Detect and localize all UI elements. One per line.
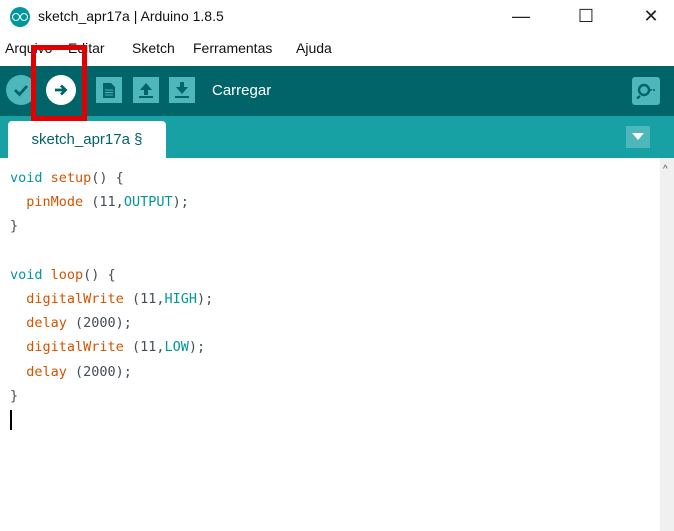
serial-monitor-button[interactable] <box>632 77 660 105</box>
title-bar: sketch_apr17a | Arduino 1.8.5 — ☐ ✕ <box>0 0 674 34</box>
code-editor[interactable]: void setup() { pinMode (11,OUTPUT); } vo… <box>0 158 660 531</box>
toolbar-hover-label: Carregar <box>212 82 272 99</box>
serial-monitor-icon <box>636 83 655 99</box>
code-line: digitalWrite (11,LOW); <box>26 339 206 356</box>
menu-ferramentas[interactable]: Ferramentas <box>193 40 272 56</box>
save-icon <box>175 82 189 98</box>
menu-ajuda[interactable]: Ajuda <box>296 40 332 56</box>
code-line: } <box>10 218 19 235</box>
new-button[interactable] <box>96 77 122 103</box>
tab-sketch[interactable]: sketch_apr17a § <box>8 121 166 158</box>
open-icon <box>139 83 153 98</box>
close-button[interactable]: ✕ <box>628 0 674 32</box>
toolbar: Carregar <box>0 66 674 116</box>
text-caret <box>10 410 12 431</box>
vertical-scrollbar[interactable] <box>660 158 674 531</box>
tab-menu-button[interactable] <box>626 126 650 148</box>
code-line: delay (2000); <box>26 363 132 380</box>
code-line: delay (2000); <box>26 315 132 332</box>
code-line: void loop() { <box>10 266 116 283</box>
code-line: void setup() { <box>10 170 124 186</box>
code-line: } <box>10 387 19 404</box>
arduino-logo-icon <box>10 7 30 27</box>
verify-icon <box>14 85 29 97</box>
chevron-down-icon <box>632 133 644 140</box>
code-area[interactable]: void setup() { pinMode (11,OUTPUT); } vo… <box>10 166 213 432</box>
code-line: digitalWrite (11,HIGH); <box>26 291 214 308</box>
scroll-up-icon[interactable]: ^ <box>663 164 668 175</box>
save-button[interactable] <box>169 77 195 103</box>
window-title: sketch_apr17a | Arduino 1.8.5 <box>38 8 224 24</box>
new-icon <box>103 82 115 98</box>
menu-sketch[interactable]: Sketch <box>132 40 175 56</box>
maximize-button[interactable]: ☐ <box>563 0 609 32</box>
tabs-bar: sketch_apr17a § <box>0 116 674 158</box>
upload-highlight-box <box>31 45 87 121</box>
open-button[interactable] <box>133 77 159 103</box>
menu-bar: Arquivo Editar Sketch Ferramentas Ajuda <box>0 40 674 60</box>
minimize-button[interactable]: — <box>498 0 544 32</box>
code-line: pinMode (11,OUTPUT); <box>26 194 189 211</box>
